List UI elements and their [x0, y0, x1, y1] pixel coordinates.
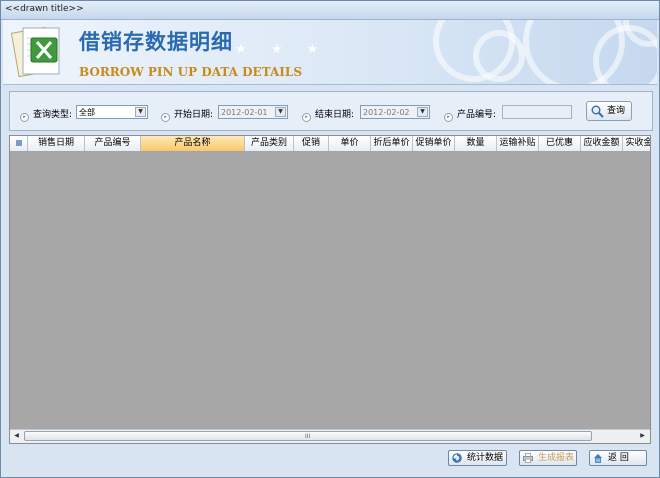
column-header[interactable]: 折后单价 [371, 136, 413, 151]
arrow-bullet-icon: ▸ [302, 113, 311, 122]
end-date-label: ▸ 结束日期: [302, 107, 354, 122]
report-button[interactable]: 生成报表 [519, 450, 577, 466]
scroll-left-icon[interactable]: ◀ [11, 431, 22, 441]
excel-document-icon [11, 26, 60, 78]
column-header[interactable]: 应收金额 [581, 136, 623, 151]
column-header[interactable]: 产品编号 [85, 136, 141, 151]
main-window: <<drawn title>> 借销存数据明细 ★ ★ ★ BORROW PIN… [0, 0, 660, 478]
title-bar: <<drawn title>> [1, 1, 659, 20]
filter-panel: ▸ 查询类型: 全部 ▼ ▸ 开始日期: 2012-02-01 ▼ ▸ 结束日期: 2… [9, 91, 653, 131]
data-grid[interactable]: 销售日期 产品编号 产品名称 产品类别 促销 单价 折后单价 促销单价 数量 运… [9, 135, 651, 444]
back-button[interactable]: 返 回 [589, 450, 647, 466]
home-icon [594, 454, 602, 463]
scroll-right-icon[interactable]: ▶ [637, 431, 648, 441]
arrow-bullet-icon: ▸ [161, 113, 170, 122]
grid-icon [15, 140, 22, 146]
row-header-cell[interactable] [10, 136, 28, 151]
product-no-label: ▸ 产品编号: [444, 107, 496, 122]
column-header[interactable]: 产品类别 [245, 136, 294, 151]
chevron-down-icon[interactable]: ▼ [135, 107, 146, 117]
column-header[interactable]: 已优惠 [539, 136, 581, 151]
column-header[interactable]: 促销单价 [413, 136, 455, 151]
start-date-picker[interactable]: 2012-02-01 ▼ [218, 105, 288, 119]
column-header[interactable]: 销售日期 [28, 136, 85, 151]
product-no-input[interactable] [502, 105, 572, 119]
column-header[interactable]: 产品名称 [141, 136, 245, 151]
scrollbar-thumb[interactable]: III [24, 431, 592, 441]
banner-stars: ★ ★ ★ [235, 42, 329, 57]
banner: 借销存数据明细 ★ ★ ★ BORROW PIN UP DATA DETAILS [3, 20, 657, 85]
query-type-select[interactable]: 全部 ▼ [76, 105, 148, 119]
chevron-down-icon[interactable]: ▼ [275, 107, 286, 117]
banner-title: 借销存数据明细 [79, 29, 233, 54]
printer-icon [523, 453, 533, 463]
horizontal-scrollbar[interactable]: ◀ III ▶ [10, 429, 650, 443]
stats-button[interactable]: 统计数据 [448, 450, 507, 466]
column-header[interactable]: 实收金额 [623, 136, 650, 151]
end-date-picker[interactable]: 2012-02-02 ▼ [360, 105, 430, 119]
grip-icon: III [305, 433, 311, 440]
column-header[interactable]: 促销 [294, 136, 329, 151]
arrow-bullet-icon: ▸ [20, 113, 29, 122]
banner-subtitle: BORROW PIN UP DATA DETAILS [79, 65, 302, 79]
column-header[interactable]: 数量 [455, 136, 497, 151]
query-type-label: ▸ 查询类型: [20, 107, 72, 122]
grid-header: 销售日期 产品编号 产品名称 产品类别 促销 单价 折后单价 促销单价 数量 运… [10, 136, 650, 152]
query-button[interactable]: 查询 [586, 101, 632, 121]
column-header[interactable]: 单价 [329, 136, 371, 151]
search-icon [591, 105, 604, 118]
stats-icon [452, 453, 462, 463]
window-title: <<drawn title>> [5, 4, 84, 14]
chevron-down-icon[interactable]: ▼ [417, 107, 428, 117]
arrow-bullet-icon: ▸ [444, 113, 453, 122]
column-header[interactable]: 运输补贴 [497, 136, 539, 151]
start-date-label: ▸ 开始日期: [161, 107, 213, 122]
